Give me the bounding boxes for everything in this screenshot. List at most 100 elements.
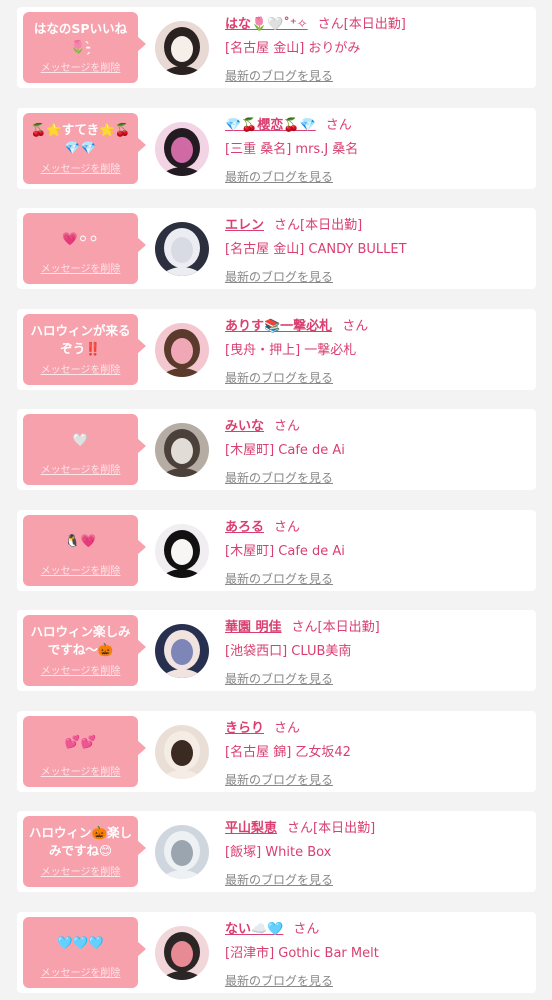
cast-info: あろる さん [木屋町] Cafe de Ai 最新のブログを見る <box>225 516 528 587</box>
message-text: ハロウィンが来る ぞう‼️ <box>30 322 131 356</box>
avatar-photo-icon <box>155 925 209 980</box>
latest-blog-link[interactable]: 最新のブログを見る <box>225 871 333 888</box>
name-row: 華園 明佳 さん[本日出勤] <box>225 616 528 636</box>
cast-info: ありす📚一撃必札 さん [曳舟・押上] 一撃必札 最新のブログを見る <box>225 315 528 386</box>
shop-label: [木屋町] Cafe de Ai <box>225 443 345 458</box>
cast-name-link[interactable]: 💎🍒櫻恋🍒💎 <box>225 118 316 133</box>
avatar[interactable] <box>155 322 209 377</box>
avatar-photo-icon <box>155 423 209 477</box>
avatar-photo-icon <box>155 222 209 276</box>
delete-message-link[interactable]: メッセージを削除 <box>23 461 138 476</box>
avatar-photo-icon <box>155 322 209 377</box>
message-card: ハロウィン🎃楽し みですね😊 メッセージを削除 平山梨恵 さん[本日出勤] [飯塚… <box>17 811 536 892</box>
shop-label: [曳舟・押上] 一撃必札 <box>225 342 357 358</box>
shop-label: [池袋西口] CLUB美南 <box>225 644 352 659</box>
avatar[interactable] <box>155 523 209 578</box>
message-text: 🤍 <box>72 432 89 447</box>
cast-name-link[interactable]: きらり <box>225 721 264 736</box>
honorific-label: さん <box>291 620 318 635</box>
message-card: 💗⚪⚪ メッセージを削除 エレン さん[本日出勤] [名古屋 金山] CANDY … <box>17 208 536 289</box>
delete-message-link[interactable]: メッセージを削除 <box>23 59 138 74</box>
work-status-badge: [本日出勤] <box>313 821 376 836</box>
message-bubble: ハロウィンが来る ぞう‼️ メッセージを削除 <box>23 313 146 385</box>
avatar[interactable] <box>155 423 209 477</box>
message-card: はなのSPいいね 🌷‐̗̀ メッセージを削除 はな🌷🤍˚⁺✧ さん[本日出勤] [… <box>17 7 536 88</box>
cast-name-link[interactable]: あろる <box>225 520 264 535</box>
avatar[interactable] <box>155 21 209 75</box>
shop-label: [沼津市] Gothic Bar Melt <box>225 945 379 961</box>
avatar[interactable] <box>155 121 209 176</box>
cast-name-link[interactable]: はな🌷🤍˚⁺✧ <box>225 17 308 32</box>
work-status-badge: [本日出勤] <box>343 17 406 32</box>
name-row: 平山梨恵 さん[本日出勤] <box>225 817 528 837</box>
work-status-badge: [本日出勤] <box>317 620 380 635</box>
shop-label: [飯塚] White Box <box>225 845 332 860</box>
message-text: 🐧💗 <box>64 532 97 548</box>
work-status-badge: [本日出勤] <box>300 218 363 233</box>
message-bubble: 💗⚪⚪ メッセージを削除 <box>23 213 146 284</box>
avatar[interactable] <box>155 825 209 879</box>
honorific-label: さん <box>274 218 301 233</box>
message-card: 🍒🌟すてき🌟🍒 💎💎 メッセージを削除 💎🍒櫻恋🍒💎 さん [三重 桑名] mrs… <box>17 107 536 189</box>
honorific-label: さん <box>317 17 344 32</box>
delete-message-link[interactable]: メッセージを削除 <box>23 662 138 677</box>
delete-message-link[interactable]: メッセージを削除 <box>23 562 138 577</box>
message-bubble: 🍒🌟すてき🌟🍒 💎💎 メッセージを削除 <box>23 112 146 184</box>
shop-label: [木屋町] Cafe de Ai <box>225 543 345 559</box>
latest-blog-link[interactable]: 最新のブログを見る <box>225 67 333 84</box>
shop-label: [名古屋 錦] 乙女坂42 <box>225 744 351 760</box>
cast-name-link[interactable]: ない☁️🩵 <box>225 922 283 937</box>
latest-blog-link[interactable]: 最新のブログを見る <box>225 570 333 587</box>
avatar-photo-icon <box>155 121 209 176</box>
avatar-photo-icon <box>155 724 209 779</box>
delete-message-link[interactable]: メッセージを削除 <box>23 763 138 778</box>
shop-label: [名古屋 金山] CANDY BULLET <box>225 242 407 257</box>
delete-message-link[interactable]: メッセージを削除 <box>23 863 138 878</box>
name-row: エレン さん[本日出勤] <box>225 214 528 234</box>
cast-info: きらり さん [名古屋 錦] 乙女坂42 最新のブログを見る <box>225 717 528 788</box>
latest-blog-link[interactable]: 最新のブログを見る <box>225 168 333 185</box>
delete-message-link[interactable]: メッセージを削除 <box>23 964 138 979</box>
latest-blog-link[interactable]: 最新のブログを見る <box>225 469 333 486</box>
avatar-photo-icon <box>155 523 209 578</box>
delete-message-link[interactable]: メッセージを削除 <box>23 361 138 376</box>
message-bubble: ハロウィン楽しみ ですね〜🎃 メッセージを削除 <box>23 615 146 686</box>
avatar[interactable] <box>155 624 209 678</box>
cast-info: はな🌷🤍˚⁺✧ さん[本日出勤] [名古屋 金山] おりがみ 最新のブログを見る <box>225 13 528 84</box>
message-list-page: { "blog_link_label": "最新のブログを見る", "delet… <box>0 0 552 1000</box>
avatar-photo-icon <box>155 624 209 678</box>
latest-blog-link[interactable]: 最新のブログを見る <box>225 771 333 788</box>
latest-blog-link[interactable]: 最新のブログを見る <box>225 670 333 687</box>
message-bubble: 🤍 メッセージを削除 <box>23 414 146 485</box>
cast-info: 平山梨恵 さん[本日出勤] [飯塚] White Box 最新のブログを見る <box>225 817 528 888</box>
message-text: ハロウィン楽しみ ですね〜🎃 <box>30 624 131 657</box>
message-card: 🤍 メッセージを削除 みいな さん [木屋町] Cafe de Ai 最新のブログ… <box>17 409 536 490</box>
message-text: 💗⚪⚪ <box>62 231 99 246</box>
avatar[interactable] <box>155 724 209 779</box>
message-bubble: ハロウィン🎃楽し みですね😊 メッセージを削除 <box>23 816 146 887</box>
cast-name-link[interactable]: 平山梨恵 <box>225 821 277 836</box>
cast-info: エレン さん[本日出勤] [名古屋 金山] CANDY BULLET 最新のブログ… <box>225 214 528 285</box>
message-card: 🐧💗 メッセージを削除 あろる さん [木屋町] Cafe de Ai 最新のブロ… <box>17 509 536 591</box>
latest-blog-link[interactable]: 最新のブログを見る <box>225 369 333 386</box>
honorific-label: さん <box>287 821 314 836</box>
latest-blog-link[interactable]: 最新のブログを見る <box>225 972 333 989</box>
delete-message-link[interactable]: メッセージを削除 <box>23 160 138 175</box>
cast-name-link[interactable]: ありす📚一撃必札 <box>225 319 332 334</box>
message-text: ハロウィン🎃楽し みですね😊 <box>28 825 133 858</box>
avatar[interactable] <box>155 925 209 980</box>
honorific-label: さん <box>274 519 301 535</box>
cast-name-link[interactable]: エレン <box>225 218 264 233</box>
cast-info: 華園 明佳 さん[本日出勤] [池袋西口] CLUB美南 最新のブログを見る <box>225 616 528 687</box>
message-card: 💕💕 メッセージを削除 きらり さん [名古屋 錦] 乙女坂42 最新のブログを見… <box>17 710 536 792</box>
delete-message-link[interactable]: メッセージを削除 <box>23 260 138 275</box>
message-text: はなのSPいいね 🌷‐̗̀ <box>33 21 128 54</box>
honorific-label: さん <box>274 720 301 736</box>
latest-blog-link[interactable]: 最新のブログを見る <box>225 268 333 285</box>
avatar[interactable] <box>155 222 209 276</box>
cast-name-link[interactable]: 華園 明佳 <box>225 620 282 635</box>
message-bubble: 🩵🩵🩵 メッセージを削除 <box>23 916 146 988</box>
cast-info: みいな さん [木屋町] Cafe de Ai 最新のブログを見る <box>225 415 528 486</box>
cast-name-link[interactable]: みいな <box>225 419 264 434</box>
name-row: はな🌷🤍˚⁺✧ さん[本日出勤] <box>225 13 528 33</box>
